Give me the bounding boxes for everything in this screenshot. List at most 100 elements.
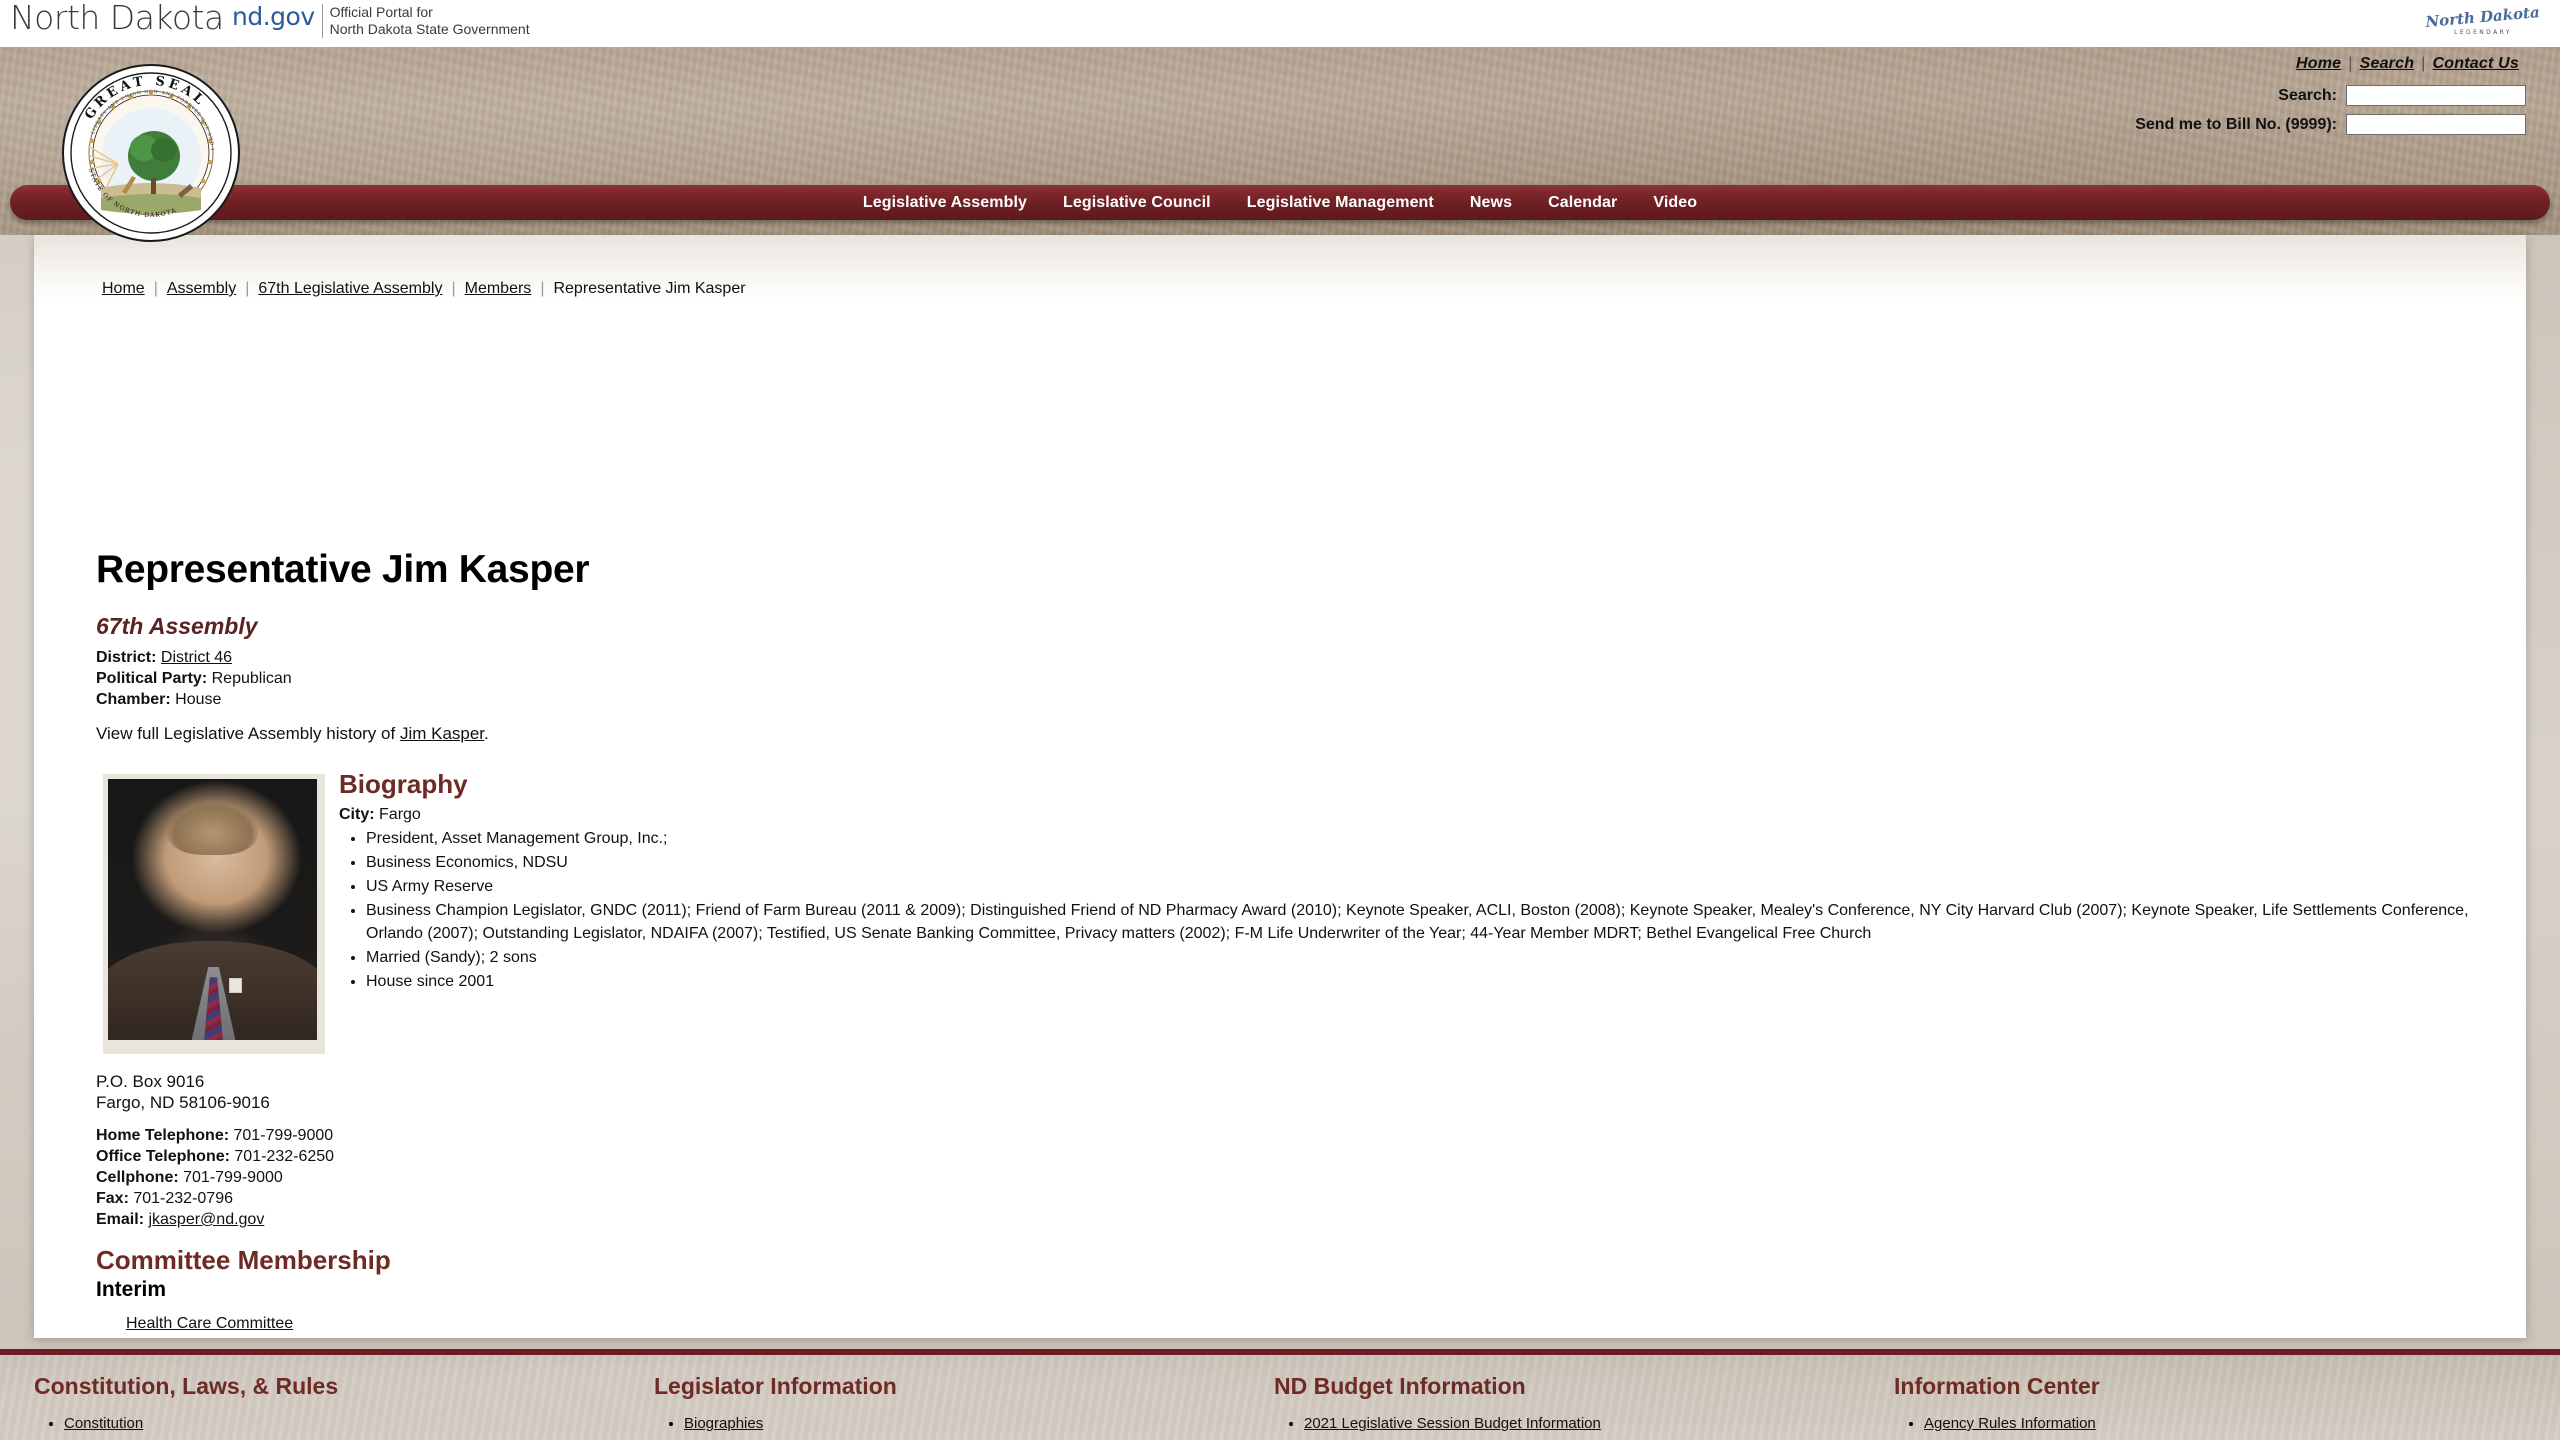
history-link[interactable]: Jim Kasper [400,724,484,743]
footer-column-nd-budget-information: ND Budget Information 2021 Legislative S… [1240,1373,1860,1440]
list-item: Agency Rules Information [1924,1414,2480,1434]
bill-number-input[interactable] [2346,114,2526,135]
header-search-area: Search: Send me to Bill No. (9999): [2135,85,2526,143]
email-link[interactable]: jkasper@nd.gov [148,1211,264,1228]
chamber-label: Chamber: [96,691,171,708]
committee-interim-list: Health Care Committee Taxation Committee [126,1311,293,1338]
utility-sep-2: | [2421,55,2426,72]
email-label: Email: [96,1211,145,1228]
member-portrait-frame [103,774,325,1054]
footer-link-constitution[interactable]: Constitution [64,1415,143,1432]
breadcrumb-link-members[interactable]: Members [456,280,541,297]
footer-heading: ND Budget Information [1274,1373,1526,1399]
portrait-lapel-pin [229,978,243,994]
fax-value: 701-232-0796 [133,1190,233,1207]
footer-column-legislator-information: Legislator Information Biographies [620,1373,1240,1440]
district-label: District: [96,649,157,666]
ndgov-top-strip: North Dakota nd.gov Official Portal for … [0,0,2560,47]
history-prefix: View full Legislative Assembly history o… [96,724,400,743]
nav-item-legislative-management[interactable]: Legislative Management [1229,194,1452,212]
mailing-address: P.O. Box 9016 Fargo, ND 58106-9016 [96,1071,270,1113]
chamber-value: House [175,691,222,708]
ndgov-portal-name: nd.gov [232,2,315,31]
utility-links: Home | Search | Contact Us [2289,55,2526,73]
biography-heading: Biography [339,769,468,799]
north-dakota-legendary-logo[interactable]: North Dakota LEGENDARY [2421,4,2546,40]
district-link[interactable]: District 46 [161,649,232,666]
list-item: Constitution [64,1414,620,1434]
footer-heading: Constitution, Laws, & Rules [34,1373,339,1399]
footer-heading: Legislator Information [654,1373,897,1399]
list-item: Married (Sandy); 2 sons [366,946,2489,969]
list-item: Business Economics, NDSU [366,851,2489,874]
home-telephone-label: Home Telephone: [96,1127,230,1144]
list-item: President, Asset Management Group, Inc.; [366,827,2489,850]
office-telephone-value: 701-232-6250 [234,1148,335,1165]
member-meta: District: District 46 Political Party: R… [96,647,292,710]
utility-link-home[interactable]: Home [2289,55,2348,72]
fax-label: Fax: [96,1190,129,1207]
contact-row-email: Email: jkasper@nd.gov [96,1209,334,1230]
history-line: View full Legislative Assembly history o… [96,724,489,744]
list-item: Health Care Committee [126,1311,293,1336]
bill-number-label: Send me to Bill No. (9999): [2135,115,2337,133]
biography-list: President, Asset Management Group, Inc.;… [339,827,2489,994]
utility-link-contact-us[interactable]: Contact Us [2426,55,2526,72]
contact-row-fax: Fax: 701-232-0796 [96,1188,334,1209]
breadcrumb: Home | Assembly | 67th Legislative Assembly |… [102,280,746,298]
breadcrumb-link-67th-legislative-assembly[interactable]: 67th Legislative Assembly [249,280,451,297]
meta-row-chamber: Chamber: House [96,689,292,710]
committee-link-health-care[interactable]: Health Care Committee [126,1315,293,1332]
committee-interim-heading: Interim [96,1278,167,1301]
nav-item-legislative-council[interactable]: Legislative Council [1045,194,1229,212]
list-item: Business Champion Legislator, GNDC (2011… [366,899,2489,945]
nav-item-legislative-assembly[interactable]: Legislative Assembly [845,194,1045,212]
party-value: Republican [211,670,292,687]
office-telephone-label: Office Telephone: [96,1148,230,1165]
great-seal-logo[interactable]: GREAT SEAL STATE OF NORTH DAKOTA LIBERTY… [55,56,244,246]
breadcrumb-link-assembly[interactable]: Assembly [158,280,245,297]
cellphone-value: 701-799-9000 [183,1169,283,1186]
portrait-hair [166,802,259,855]
nav-item-news[interactable]: News [1452,194,1530,212]
footer-link-list: 2021 Legislative Session Budget Informat… [1274,1414,1860,1434]
meta-row-district: District: District 46 [96,647,292,668]
assembly-subtitle: 67th Assembly [96,613,258,639]
footer-heading: Information Center [1894,1373,2100,1399]
page-title: Representative Jim Kasper [96,548,590,591]
utility-link-search[interactable]: Search [2353,55,2422,72]
list-item: US Army Reserve [366,875,2489,898]
content-card: Home | Assembly | 67th Legislative Assembly |… [34,235,2526,1338]
footer-column-constitution-laws-rules: Constitution, Laws, & Rules Constitution [0,1373,620,1440]
footer-link-2021-budget-information[interactable]: 2021 Legislative Session Budget Informat… [1304,1415,1601,1432]
party-label: Political Party: [96,670,208,687]
nav-item-calendar[interactable]: Calendar [1530,194,1635,212]
breadcrumb-link-home[interactable]: Home [102,280,154,297]
search-label: Search: [2278,86,2337,104]
address-line-2: Fargo, ND 58106-9016 [96,1093,270,1112]
bill-row: Send me to Bill No. (9999): [2135,114,2526,135]
home-telephone-value: 701-799-9000 [233,1127,334,1144]
list-item: Taxation Committee [126,1336,293,1338]
breadcrumb-sep-3: | [451,280,456,297]
footer-link-biographies[interactable]: Biographies [684,1415,763,1432]
ndgov-portal-block[interactable]: nd.gov Official Portal for North Dakota … [232,4,530,38]
footer-link-list: Constitution [34,1414,620,1434]
contact-details: Home Telephone: 701-799-9000 Office Tele… [96,1125,334,1230]
breadcrumb-current: Representative Jim Kasper [553,280,746,297]
great-seal-icon: GREAT SEAL STATE OF NORTH DAKOTA LIBERTY… [55,56,240,242]
address-line-1: P.O. Box 9016 [96,1072,205,1091]
svg-text:LEGENDARY: LEGENDARY [2454,29,2512,36]
contact-row-home-telephone: Home Telephone: 701-799-9000 [96,1125,334,1146]
footer-link-list: Agency Rules Information [1894,1414,2480,1434]
footer-link-agency-rules-information[interactable]: Agency Rules Information [1924,1415,2096,1432]
ndgov-divider [321,4,323,38]
list-item: House since 2001 [366,970,2489,993]
committee-membership-heading: Committee Membership [96,1245,391,1275]
search-input[interactable] [2346,85,2526,106]
city-value: Fargo [379,806,421,823]
ndgov-tagline: Official Portal for North Dakota State G… [330,4,530,38]
nav-item-video[interactable]: Video [1635,194,1715,212]
city-label: City: [339,806,375,823]
biography-city: City: Fargo [339,806,421,824]
